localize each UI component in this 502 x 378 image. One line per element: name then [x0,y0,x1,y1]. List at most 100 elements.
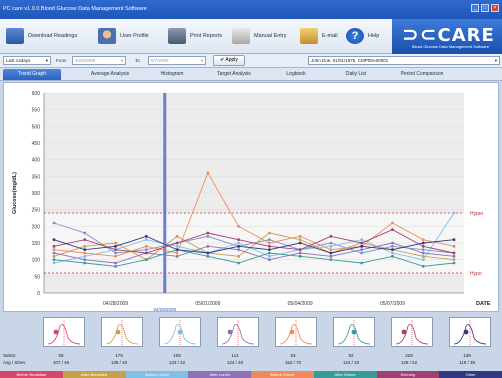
tab-logbook[interactable]: Logbook [276,69,316,80]
range-select[interactable]: Last 14days ▾ [3,56,51,65]
data-point [329,258,333,262]
data-point [298,241,302,245]
y-tick-label: 50 [34,274,40,280]
email-icon [300,28,318,44]
period-thumbnail[interactable] [333,317,375,347]
y-tick-label: 250 [32,208,41,214]
x-axis-label: DATE [476,301,491,307]
date-cursor [163,93,167,293]
data-point [83,238,87,242]
period-thumbnail[interactable] [275,317,317,347]
period-thumbnail[interactable] [43,317,85,347]
y-tick-label: 450 [32,141,41,147]
data-point [421,254,425,258]
data-point [83,231,87,235]
user-profile-button[interactable]: User Profile [98,25,149,47]
x-tick-label: 04/28/2009 [103,301,128,307]
data-point [267,238,271,242]
select-label: Select [3,353,16,358]
tab-average-analysis[interactable]: Average Analysis [76,69,144,80]
x-tick-label: 05/07/2009 [380,301,405,307]
period-thumbnail[interactable] [101,317,143,347]
period-thumbnail[interactable] [159,317,201,347]
group-count: 139 [463,353,471,358]
data-point [391,251,394,255]
brand-logo: ⊃⊂CARE Blood Glucose Data Management Sof… [392,19,502,54]
app-title: PC care v1.0.0 Blood Glucose Data Manage… [3,6,147,12]
data-point [360,248,364,252]
data-point [421,251,425,255]
data-point [114,248,117,252]
data-point [175,248,179,252]
period-legend-item[interactable]: Other [439,371,502,378]
period-legend-item[interactable]: Evening [376,371,440,378]
period-legend-item[interactable]: After Breakfast [62,371,126,378]
data-point [237,224,241,228]
logo-subtitle: Blood Glucose Data Management Software [412,44,489,49]
data-point [114,251,117,255]
minimize-icon[interactable]: _ [471,4,479,12]
group-avg-sdev: 152 / 70 [284,360,302,365]
to-date-field[interactable]: 5/7/2009 ▾ [148,56,206,65]
data-point [237,254,241,258]
period-legend-item[interactable]: After Dinner [313,371,377,378]
group-avg-sdev: 133 / 42 [168,360,186,365]
data-point [83,254,87,258]
data-point [421,258,425,262]
title-bar: PC care v1.0.0 Blood Glucose Data Manage… [0,0,502,19]
data-point [360,241,364,245]
data-point [144,234,148,238]
tab-daily-list[interactable]: Daily List [334,69,378,80]
data-point [267,231,271,235]
period-legend-item[interactable]: Before Dinner [251,371,314,378]
data-point [452,238,456,242]
help-button[interactable]: ? Help [346,25,379,47]
data-point [144,258,148,262]
tab-target-analysis[interactable]: Target Analysis [202,69,266,80]
maximize-icon[interactable]: □ [481,4,489,12]
y-tick-label: 400 [32,158,41,164]
pen-icon [232,28,250,44]
period-thumbnail[interactable] [449,317,491,347]
group-count: 93 [290,353,296,358]
tab-period-comparison[interactable]: Period Comparison [386,69,458,80]
data-point [175,244,179,248]
period-legend-item[interactable]: Before Lunch [125,371,189,378]
data-point [329,241,333,245]
data-point [237,248,241,252]
chevron-down-icon: ▾ [494,58,497,63]
data-point [52,261,56,265]
period-legend-item[interactable]: After Lunch [188,371,251,378]
user-icon [98,28,116,44]
data-point [421,264,425,268]
data-point [175,241,179,245]
data-point [360,238,364,242]
data-point [83,261,87,265]
tab-histogram[interactable]: Histogram [148,69,196,80]
data-point [144,244,148,248]
tab-bar: Trend Graph Average Analysis Histogram T… [0,68,502,81]
from-date-field[interactable]: 4/25/2009 ▾ [72,56,126,65]
period-legend-item[interactable]: Before Breakfast [0,371,63,378]
manual-entry-button[interactable]: Manual Entry [232,25,286,47]
data-point [175,251,179,255]
hyper-label: Hyper [470,211,484,217]
data-point [452,258,456,262]
group-avg-sdev: 138 / 40 [110,360,128,365]
print-reports-button[interactable]: Print Reports [168,25,222,47]
close-icon[interactable]: × [491,4,499,12]
y-tick-label: 350 [32,174,41,180]
data-point [267,251,271,255]
tab-trend-graph[interactable]: Trend Graph [3,69,61,80]
data-point [114,241,117,245]
patient-select[interactable]: John Doe, 01/01/1975, CMP00A00001 ▾ [308,56,500,65]
period-legend: Before Breakfast After Breakfast Before Lu… [0,371,502,378]
summary-stats: Select Avg / SDev 59 107 / 46 179 138 / 40 1… [0,353,502,371]
download-readings-button[interactable]: Download Readings [6,25,77,47]
apply-button[interactable]: ✔ Apply [213,55,245,66]
email-button[interactable]: E-mail [300,25,338,47]
period-thumbnail[interactable] [217,317,259,347]
period-thumbnail[interactable] [391,317,433,347]
data-point [298,238,302,242]
group-count: 59 [58,353,64,358]
